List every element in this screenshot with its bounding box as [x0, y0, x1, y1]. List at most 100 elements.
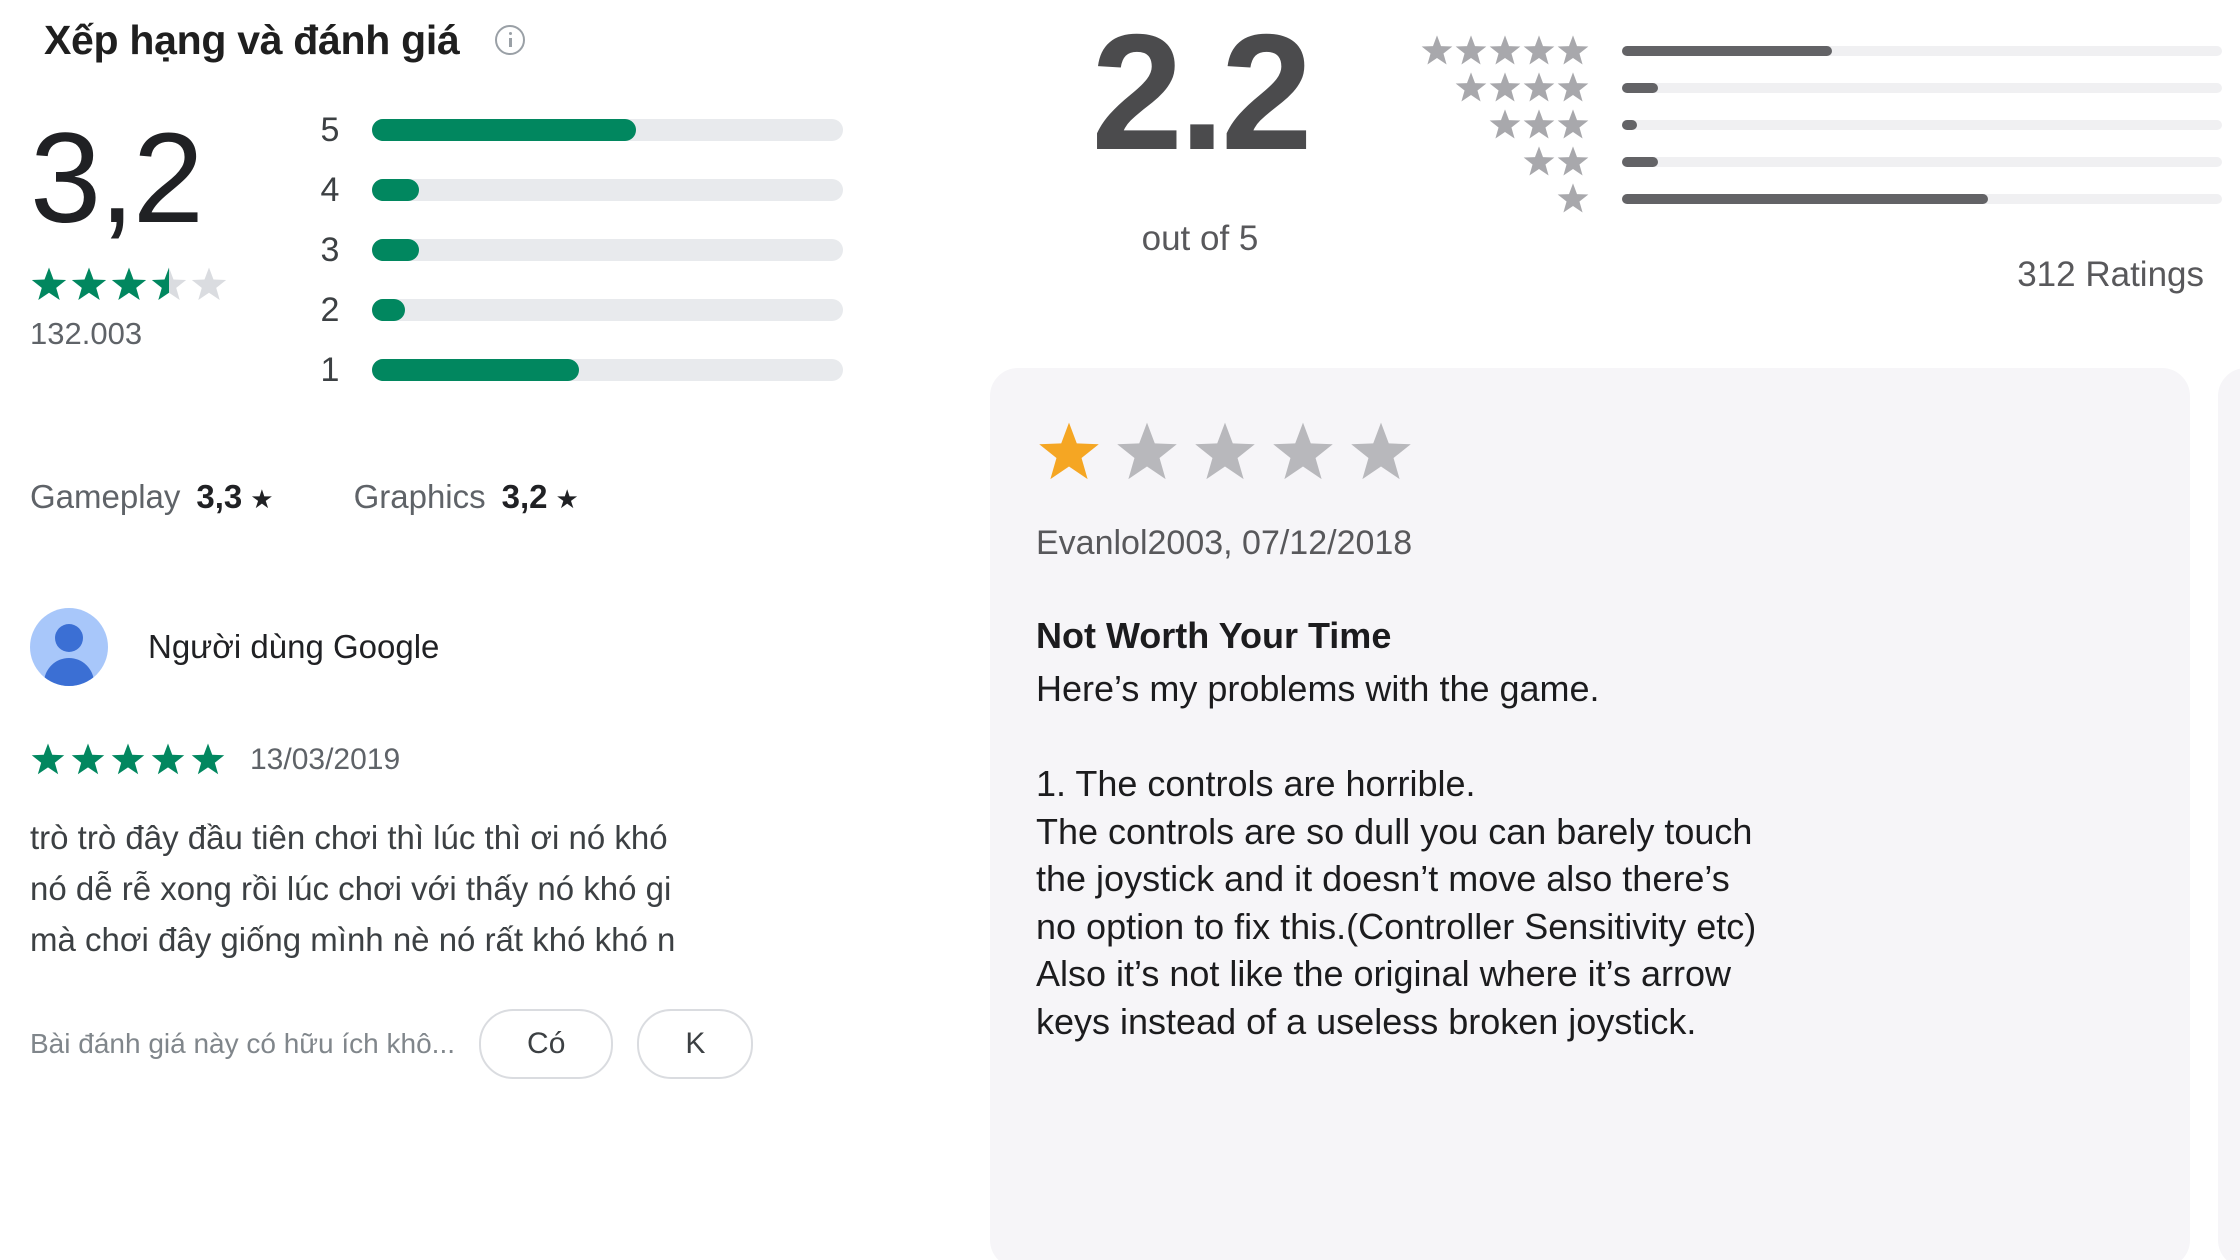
star-icon: [1522, 71, 1556, 105]
star-icon: [1270, 420, 1336, 486]
star-icon: [190, 266, 228, 304]
histogram-row[interactable]: 4: [300, 170, 990, 210]
app-store-summary: 2.2 out of 5 312 Ratings: [990, 0, 2240, 295]
star-icon: [1556, 34, 1590, 68]
next-review-card-preview[interactable]: [2218, 368, 2240, 1260]
star-icon: [1556, 145, 1590, 179]
aspect-value: 3,3: [196, 478, 243, 515]
aspect-name: Graphics: [353, 478, 486, 515]
star-icon: [1522, 34, 1556, 68]
star-icon: ★: [555, 484, 579, 514]
star-icon: [1488, 71, 1522, 105]
review-star-rating: [30, 742, 230, 778]
histogram-fill: [1622, 119, 1637, 130]
histogram-row[interactable]: [1410, 69, 2222, 106]
histogram-star-label: [1410, 71, 1590, 105]
histogram-fill: [1622, 193, 1988, 204]
star-icon: [150, 742, 186, 778]
histogram-track: [372, 119, 843, 141]
histogram-star-label: 2: [320, 290, 340, 329]
star-icon: [30, 266, 68, 304]
histogram-star-label: 1: [320, 350, 340, 389]
review-body-line: mà chơi đây giống mình nè nó rất khó khó…: [30, 921, 676, 959]
histogram-star-label: 3: [320, 230, 340, 269]
star-icon: [30, 742, 66, 778]
helpful-prompt: Bài đánh giá này có hữu ích khô...: [30, 1028, 456, 1060]
star-icon: [70, 266, 108, 304]
app-store-score-column: 2.2 out of 5: [990, 10, 1410, 295]
histogram-fill: [372, 239, 420, 261]
star-icon: [1488, 34, 1522, 68]
review-card-meta: Evanlol2003, 07/12/2018: [1036, 524, 1413, 562]
average-star-row: [30, 264, 300, 306]
histogram-star-label: [1410, 108, 1590, 142]
star-icon: [1348, 420, 1414, 486]
histogram-star-label: [1410, 182, 1590, 216]
histogram-row[interactable]: 1: [300, 350, 990, 390]
histogram-row[interactable]: 2: [300, 290, 990, 330]
app-store-ratings-panel: 2.2 out of 5 312 Ratings Evanlol2003, 07…: [990, 0, 2240, 1260]
app-store-ratings-count: 312 Ratings: [2017, 255, 2204, 294]
info-icon[interactable]: [495, 25, 526, 55]
histogram-row[interactable]: [1410, 143, 2222, 180]
star-icon: [1556, 182, 1590, 216]
histogram-track: [1622, 82, 2222, 93]
histogram-fill: [1622, 45, 1832, 56]
histogram-fill: [372, 299, 405, 321]
rating-count: 132.003: [30, 315, 143, 351]
star-icon: [1192, 420, 1258, 486]
aspect-rating: Gameplay 3,3 ★: [30, 478, 274, 516]
star-icon: [1420, 34, 1454, 68]
review-card[interactable]: Evanlol2003, 07/12/2018 Not Worth Your T…: [990, 368, 2190, 1260]
aspect-value: 3,2: [501, 478, 548, 515]
review-author-row: Người dùng Google: [0, 516, 990, 686]
ratings-comparison-screen: Xếp hạng và đánh giá 3,2 132.003 5 4 3 2 1 G…: [0, 0, 2240, 1260]
histogram-track: [372, 179, 843, 201]
histogram-star-label: [1410, 34, 1590, 68]
histogram-row[interactable]: [1410, 32, 2222, 69]
page-title: Xếp hạng và đánh giá: [44, 16, 460, 63]
aspect-name: Gameplay: [30, 478, 181, 515]
star-icon: [1556, 71, 1590, 105]
star-icon: [1522, 108, 1556, 142]
review-body-line: trò trò đây đầu tiên chơi thì lúc thì ơi…: [30, 819, 668, 856]
review-card-star-rating: [1036, 420, 2144, 486]
review-card-body: Here’s my problems with the game. 1. The…: [1036, 668, 1757, 1042]
star-icon: [1454, 34, 1488, 68]
star-icon: [150, 266, 188, 304]
review-card-title: Not Worth Your Time: [1036, 615, 1392, 656]
histogram-row[interactable]: [1410, 180, 2222, 217]
histogram-row[interactable]: [1410, 106, 2222, 143]
star-icon: [1454, 71, 1488, 105]
histogram-track: [372, 299, 843, 321]
histogram-row[interactable]: 3: [300, 230, 990, 270]
left-panel-header: Xếp hạng và đánh giá: [0, 0, 990, 70]
star-icon: [1114, 420, 1180, 486]
histogram-star-label: 4: [320, 170, 340, 209]
average-score: 3,2: [30, 107, 204, 250]
histogram-fill: [1622, 156, 1658, 167]
histogram-fill: [372, 359, 580, 381]
histogram-star-label: 5: [320, 110, 340, 149]
review-helpful-row: Bài đánh giá này có hữu ích khô... Có K: [0, 965, 990, 1080]
helpful-yes-button[interactable]: Có: [479, 1009, 614, 1080]
star-icon: [190, 742, 226, 778]
star-icon: [1036, 420, 1102, 486]
star-icon: [110, 742, 146, 778]
histogram-row[interactable]: 5: [300, 110, 990, 150]
histogram-fill: [1622, 82, 1658, 93]
histogram-track: [1622, 119, 2222, 130]
app-store-out-of-label: out of 5: [1141, 218, 1259, 258]
histogram-track: [372, 239, 843, 261]
star-icon: [110, 266, 148, 304]
review-body-text: trò trò đây đầu tiên chơi thì lúc thì ơi…: [0, 778, 990, 965]
histogram-fill: [372, 119, 636, 141]
helpful-no-button[interactable]: K: [637, 1009, 754, 1080]
app-store-rating-histogram: [1410, 32, 2222, 217]
star-icon: [1522, 145, 1556, 179]
star-icon: [70, 742, 106, 778]
histogram-fill: [372, 179, 420, 201]
rating-histogram: 5 4 3 2 1: [300, 100, 990, 410]
histogram-track: [1622, 193, 2222, 204]
star-icon: [1556, 108, 1590, 142]
